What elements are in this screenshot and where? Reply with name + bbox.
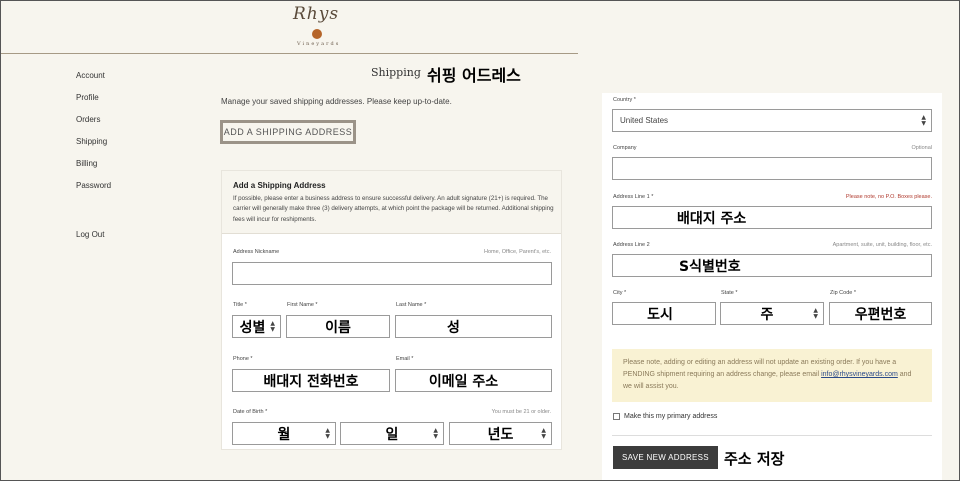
dob-year-value: 년도 <box>487 426 514 443</box>
site-header: Rhys Vineyards <box>0 0 578 54</box>
city-value: 도시 <box>647 306 673 323</box>
address-line2-value: S식별번호 <box>679 258 741 275</box>
title-select-value: 성별 <box>239 319 266 336</box>
address-line2-input[interactable]: S식별번호 <box>612 254 932 277</box>
email-value: 이메일 주소 <box>428 373 499 390</box>
title-select[interactable]: 성별 ▲ ▼ <box>232 315 281 338</box>
address-line1-value: 배대지 주소 <box>677 210 747 227</box>
brand-sub: Vineyards <box>297 41 341 47</box>
select-caret-icon: ▲ ▼ <box>541 426 546 440</box>
country-label: Country * <box>613 97 636 103</box>
first-name-input[interactable]: 이름 <box>286 315 390 338</box>
nav-item-shipping[interactable]: Shipping <box>76 137 111 159</box>
city-input[interactable]: 도시 <box>612 302 716 325</box>
select-caret-icon: ▲ ▼ <box>813 306 818 320</box>
dob-label: Date of Birth * <box>233 409 268 415</box>
dob-year-select[interactable]: 년도 ▲ ▼ <box>449 422 552 445</box>
nav-item-profile[interactable]: Profile <box>76 93 111 115</box>
state-value: 주 <box>760 306 774 323</box>
panel-header: Add a Shipping Address If possible, plea… <box>222 171 561 234</box>
dob-day-value: 일 <box>385 426 399 443</box>
nickname-hint: Home, Office, Parent's, etc. <box>484 249 551 255</box>
address-line2-label: Address Line 2 <box>613 242 650 248</box>
logo-dot-icon <box>312 29 322 39</box>
phone-value: 배대지 전화번호 <box>263 373 359 390</box>
nickname-input[interactable] <box>232 262 552 285</box>
last-name-value: 성 <box>447 319 460 336</box>
page-title: Shipping <box>371 66 421 79</box>
phone-label: Phone * <box>233 356 253 362</box>
panel-description: If possible, please enter a business add… <box>233 195 554 223</box>
address-form-panel <box>602 93 942 481</box>
notice-email-link[interactable]: info@rhysvineyards.com <box>821 371 898 378</box>
divider <box>612 435 932 436</box>
address-line1-label: Address Line 1 * <box>613 194 654 200</box>
select-caret-icon: ▲ ▼ <box>325 426 330 440</box>
page-title-annotation: 쉬핑 어드레스 <box>427 66 521 85</box>
nav-item-billing[interactable]: Billing <box>76 159 111 181</box>
nav-item-logout[interactable]: Log Out <box>76 230 111 252</box>
first-name-label: First Name * <box>287 302 318 308</box>
select-caret-icon: ▲ ▼ <box>270 319 275 333</box>
nav-item-account[interactable]: Account <box>76 71 111 93</box>
dob-month-value: 월 <box>277 426 291 443</box>
account-nav: Account Profile Orders Shipping Billing … <box>76 71 111 252</box>
panel-title: Add a Shipping Address <box>233 181 326 190</box>
company-input[interactable] <box>612 157 932 180</box>
address-line1-input[interactable]: 배대지 주소 <box>612 206 932 229</box>
address-line2-hint: Apartment, suite, unit, building, floor,… <box>832 242 932 248</box>
title-label: Title * <box>233 302 247 308</box>
zip-label: Zip Code * <box>830 290 856 296</box>
save-new-address-button[interactable]: SAVE NEW ADDRESS <box>613 446 718 469</box>
first-name-value: 이름 <box>325 319 351 336</box>
brand-logo[interactable]: Rhys <box>293 4 339 24</box>
primary-address-label[interactable]: Make this my primary address <box>624 413 717 420</box>
select-caret-icon: ▲ ▼ <box>433 426 438 440</box>
dob-month-select[interactable]: 월 ▲ ▼ <box>232 422 336 445</box>
phone-input[interactable]: 배대지 전화번호 <box>232 369 390 392</box>
add-address-panel: Add a Shipping Address If possible, plea… <box>221 170 562 450</box>
address-line1-hint: Please note, no P.O. Boxes please. <box>845 194 932 200</box>
company-hint: Optional <box>911 145 933 151</box>
dob-hint: You must be 21 or older. <box>491 409 551 415</box>
country-value: United States <box>620 116 669 125</box>
email-label: Email * <box>396 356 414 362</box>
add-shipping-address-button[interactable]: ADD A SHIPPING ADDRESS <box>220 120 356 144</box>
city-label: City * <box>613 290 627 296</box>
country-select[interactable]: United States ▲ ▼ <box>612 109 932 132</box>
select-caret-icon: ▲ ▼ <box>921 113 926 127</box>
company-label: Company <box>613 145 637 151</box>
state-label: State * <box>721 290 738 296</box>
page-intro: Manage your saved shipping addresses. Pl… <box>221 97 452 106</box>
email-input[interactable]: 이메일 주소 <box>395 369 552 392</box>
dob-day-select[interactable]: 일 ▲ ▼ <box>340 422 444 445</box>
last-name-input[interactable]: 성 <box>395 315 552 338</box>
zip-value: 우편번호 <box>854 306 907 323</box>
nav-item-password[interactable]: Password <box>76 181 111 203</box>
last-name-label: Last Name * <box>396 302 427 308</box>
save-button-annotation: 주소 저장 <box>724 450 785 468</box>
address-change-notice: Please note, adding or editing an addres… <box>612 349 932 402</box>
state-select[interactable]: 주 ▲ ▼ <box>720 302 824 325</box>
nav-item-orders[interactable]: Orders <box>76 115 111 137</box>
primary-address-checkbox[interactable] <box>613 413 620 420</box>
primary-address-option[interactable]: Make this my primary address <box>613 413 717 420</box>
zip-input[interactable]: 우편번호 <box>829 302 932 325</box>
nickname-label: Address Nickname <box>233 249 280 255</box>
